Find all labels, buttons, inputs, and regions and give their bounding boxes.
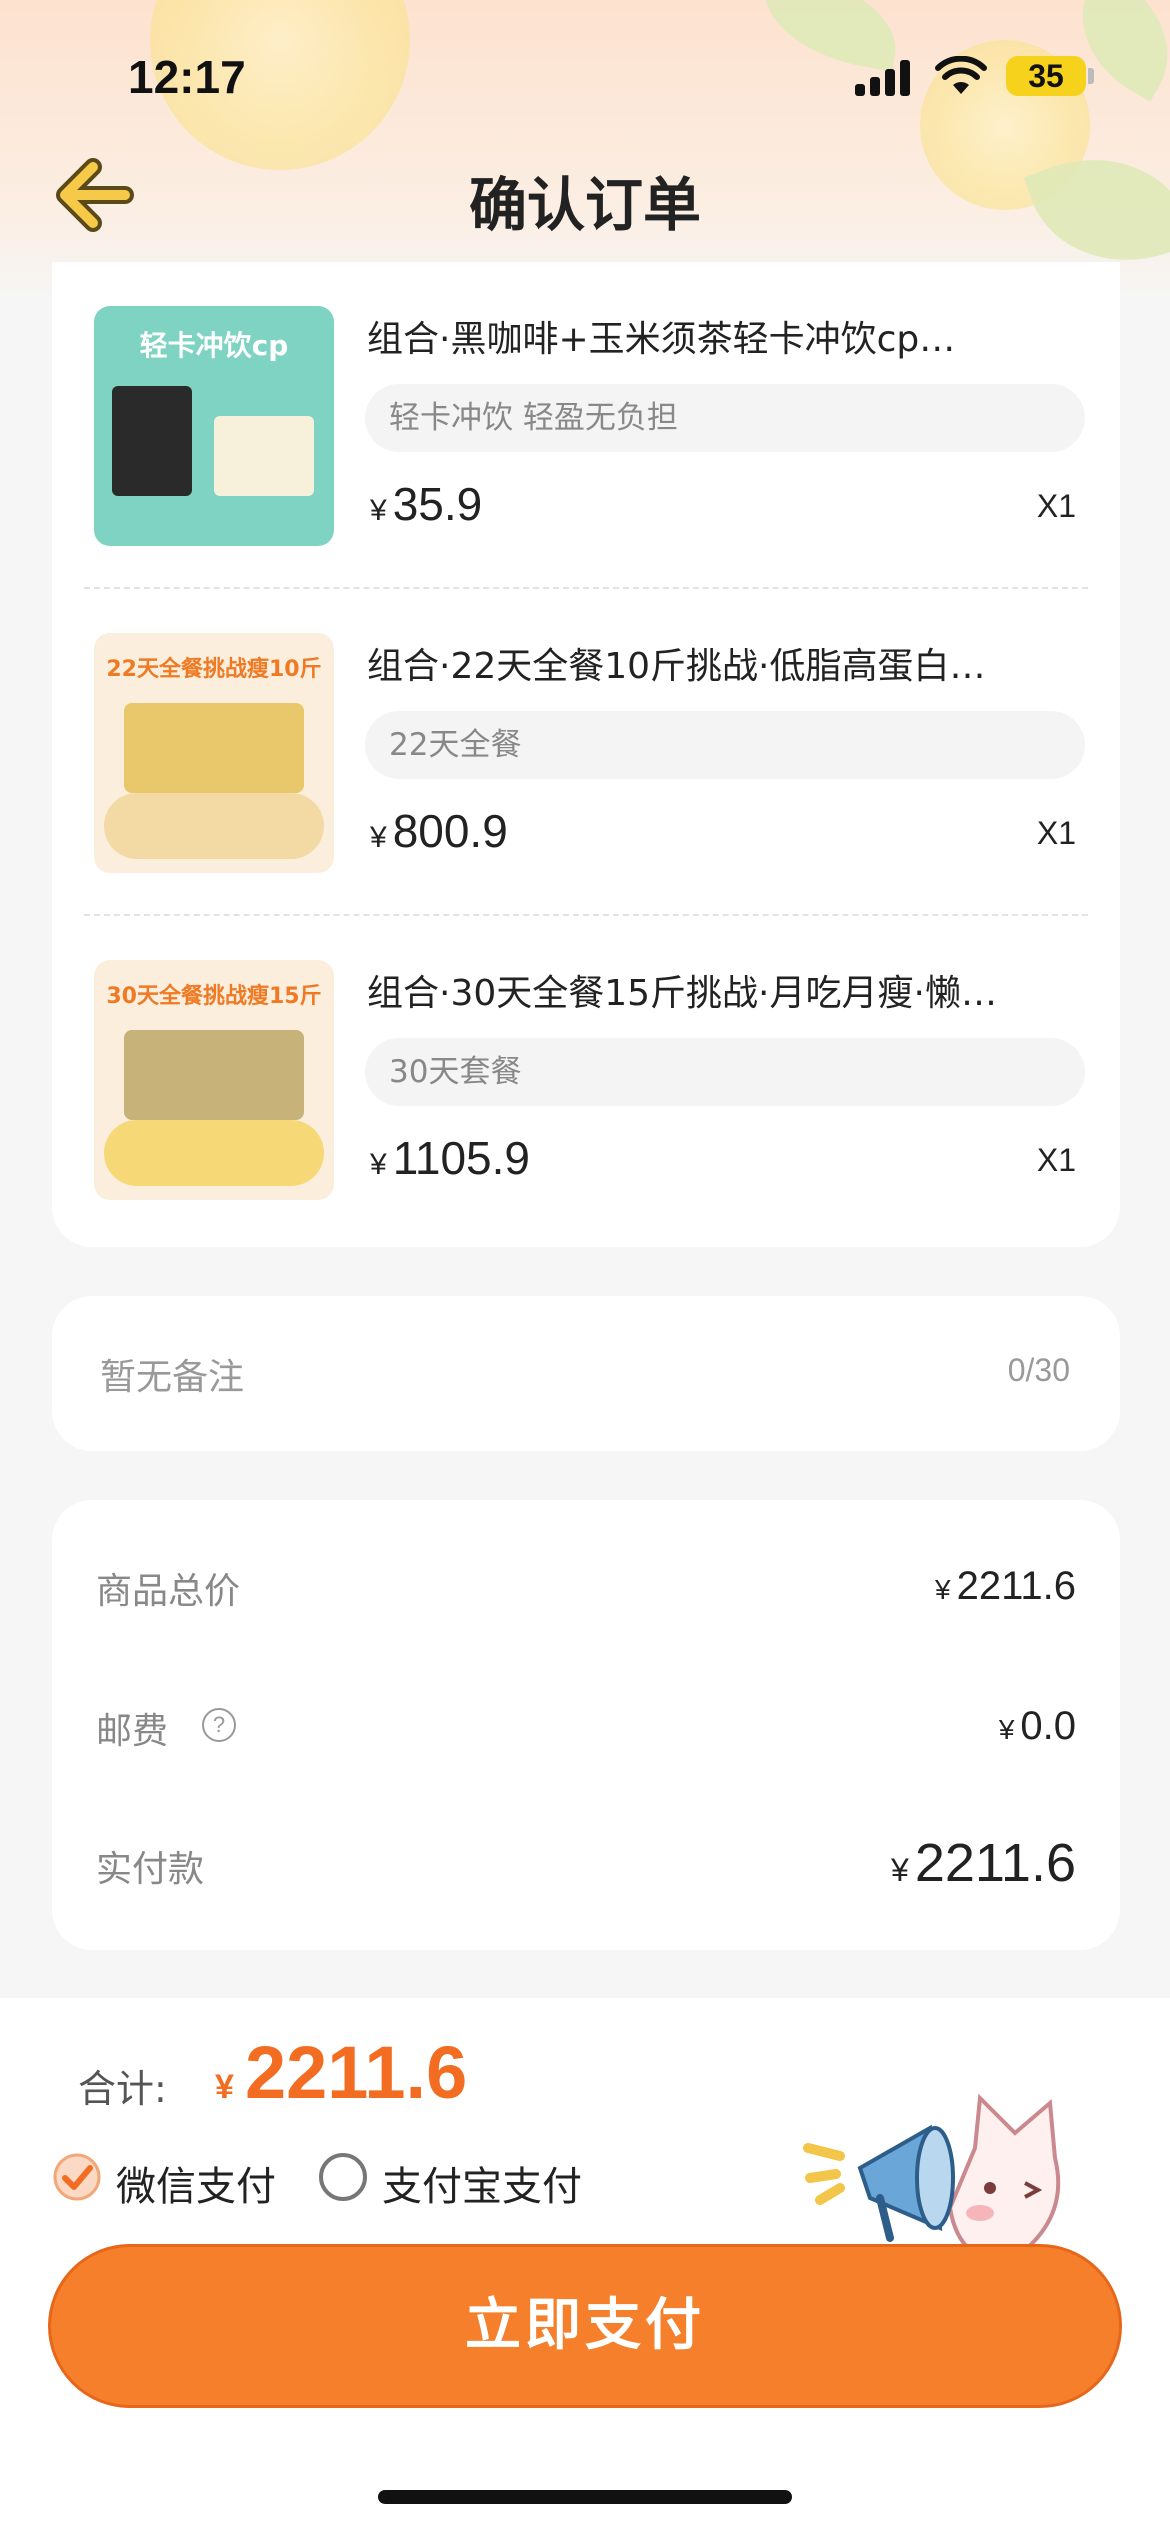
product-price: ¥1105.9 — [370, 1131, 530, 1185]
price-summary-card: 商品总价 ¥2211.6 邮费 ? ¥0.0 实付款 ¥2211.6 — [52, 1500, 1120, 1950]
currency-symbol: ¥ — [370, 494, 387, 527]
product-quantity: X1 — [1036, 1142, 1076, 1178]
shipping-amount: 0.0 — [1020, 1704, 1076, 1748]
currency-symbol: ¥ — [370, 821, 387, 854]
product-price: ¥800.9 — [370, 804, 508, 858]
coffee-box-graphic — [112, 386, 192, 496]
product-thumbnail[interactable]: 30天全餐挑战瘦15斤 — [94, 960, 334, 1200]
product-quantity: X1 — [1036, 488, 1076, 524]
pay-now-button[interactable]: 立即支付 — [48, 2244, 1122, 2408]
order-remark-field[interactable]: 暂无备注 0/30 — [52, 1296, 1120, 1451]
shipping-value: ¥0.0 — [999, 1704, 1076, 1749]
thumbnail-banner: 30天全餐挑战瘦15斤 — [106, 984, 322, 1009]
currency-symbol: ¥ — [891, 1852, 909, 1888]
thumbnail-banner: 轻卡冲饮cp — [139, 329, 289, 362]
help-icon[interactable]: ? — [202, 1708, 236, 1742]
total-amount: 2211.6 — [245, 2031, 468, 2114]
meal-boxes-graphic — [124, 1030, 304, 1120]
paid-amount-value: ¥2211.6 — [891, 1832, 1076, 1894]
goods-total-value: ¥2211.6 — [935, 1564, 1076, 1609]
order-item[interactable]: 轻卡冲饮cp 组合·黑咖啡+玉米须茶轻卡冲饮cp… 轻卡冲饮 轻盈无负担 ¥35… — [52, 262, 1120, 589]
product-price: ¥35.9 — [370, 477, 482, 531]
corn-tea-box-graphic — [214, 416, 314, 496]
page-title: 确认订单 — [468, 171, 701, 239]
product-spec-tag: 轻卡冲饮 轻盈无负担 — [365, 384, 1085, 452]
product-spec-tag: 30天套餐 — [365, 1038, 1085, 1106]
remark-placeholder: 暂无备注 — [100, 1357, 245, 1398]
paid-amount-label: 实付款 — [96, 1849, 205, 1890]
shipping-label: 邮费 — [96, 1711, 169, 1752]
checked-radio-icon[interactable] — [52, 2152, 102, 2202]
unchecked-radio-icon[interactable] — [318, 2152, 368, 2202]
pay-option-label: 微信支付 — [116, 2164, 276, 2210]
cellular-signal-icon — [855, 60, 913, 96]
thumbnail-banner: 22天全餐挑战瘦10斤 — [106, 657, 322, 682]
paid-amount: 2211.6 — [914, 1833, 1076, 1893]
wifi-icon — [935, 56, 987, 94]
currency-symbol: ¥ — [935, 1574, 951, 1605]
order-item[interactable]: 30天全餐挑战瘦15斤 组合·30天全餐15斤挑战·月吃月瘦·懒… 30天套餐 … — [52, 916, 1120, 1243]
product-name: 组合·30天全餐15斤挑战·月吃月瘦·懒… — [367, 973, 997, 1014]
remark-char-count: 0/30 — [1007, 1352, 1070, 1388]
pay-option-wechat[interactable]: 微信支付 — [52, 2148, 312, 2210]
pay-option-label: 支付宝支付 — [382, 2164, 582, 2210]
status-time: 12:17 — [128, 51, 246, 103]
order-item[interactable]: 22天全餐挑战瘦10斤 组合·22天全餐10斤挑战·低脂高蛋白… 22天全餐 ¥… — [52, 589, 1120, 916]
currency-symbol: ¥ — [370, 1148, 387, 1181]
food-plate-graphic — [104, 1120, 324, 1186]
product-quantity: X1 — [1036, 815, 1076, 851]
battery-tip — [1088, 68, 1094, 84]
food-plate-graphic — [104, 793, 324, 859]
price-value: 35.9 — [392, 478, 483, 530]
product-name: 组合·22天全餐10斤挑战·低脂高蛋白… — [367, 646, 986, 687]
product-thumbnail[interactable]: 22天全餐挑战瘦10斤 — [94, 633, 334, 873]
meal-boxes-graphic — [124, 703, 304, 793]
home-indicator[interactable] — [378, 2490, 792, 2504]
checkout-bar: 合计: ¥ 2211.6 微信支付 支付宝支付 立即支付 — [0, 1998, 1170, 2532]
total-currency: ¥ — [215, 2068, 234, 2106]
status-bar: 12:17 35 — [0, 0, 1170, 150]
total-label: 合计: — [78, 2067, 167, 2111]
currency-symbol: ¥ — [998, 1714, 1015, 1745]
price-value: 800.9 — [392, 805, 508, 857]
price-value: 1105.9 — [392, 1132, 530, 1184]
goods-total-amount: 2211.6 — [956, 1564, 1076, 1608]
product-spec-tag: 22天全餐 — [365, 711, 1085, 779]
product-thumbnail[interactable]: 轻卡冲饮cp — [94, 306, 334, 546]
order-items-card: 轻卡冲饮cp 组合·黑咖啡+玉米须茶轻卡冲饮cp… 轻卡冲饮 轻盈无负担 ¥35… — [52, 262, 1120, 1247]
product-name: 组合·黑咖啡+玉米须茶轻卡冲饮cp… — [367, 319, 956, 360]
goods-total-label: 商品总价 — [96, 1571, 241, 1612]
battery-indicator: 35 — [1006, 56, 1086, 96]
pay-option-alipay[interactable]: 支付宝支付 — [318, 2148, 618, 2210]
